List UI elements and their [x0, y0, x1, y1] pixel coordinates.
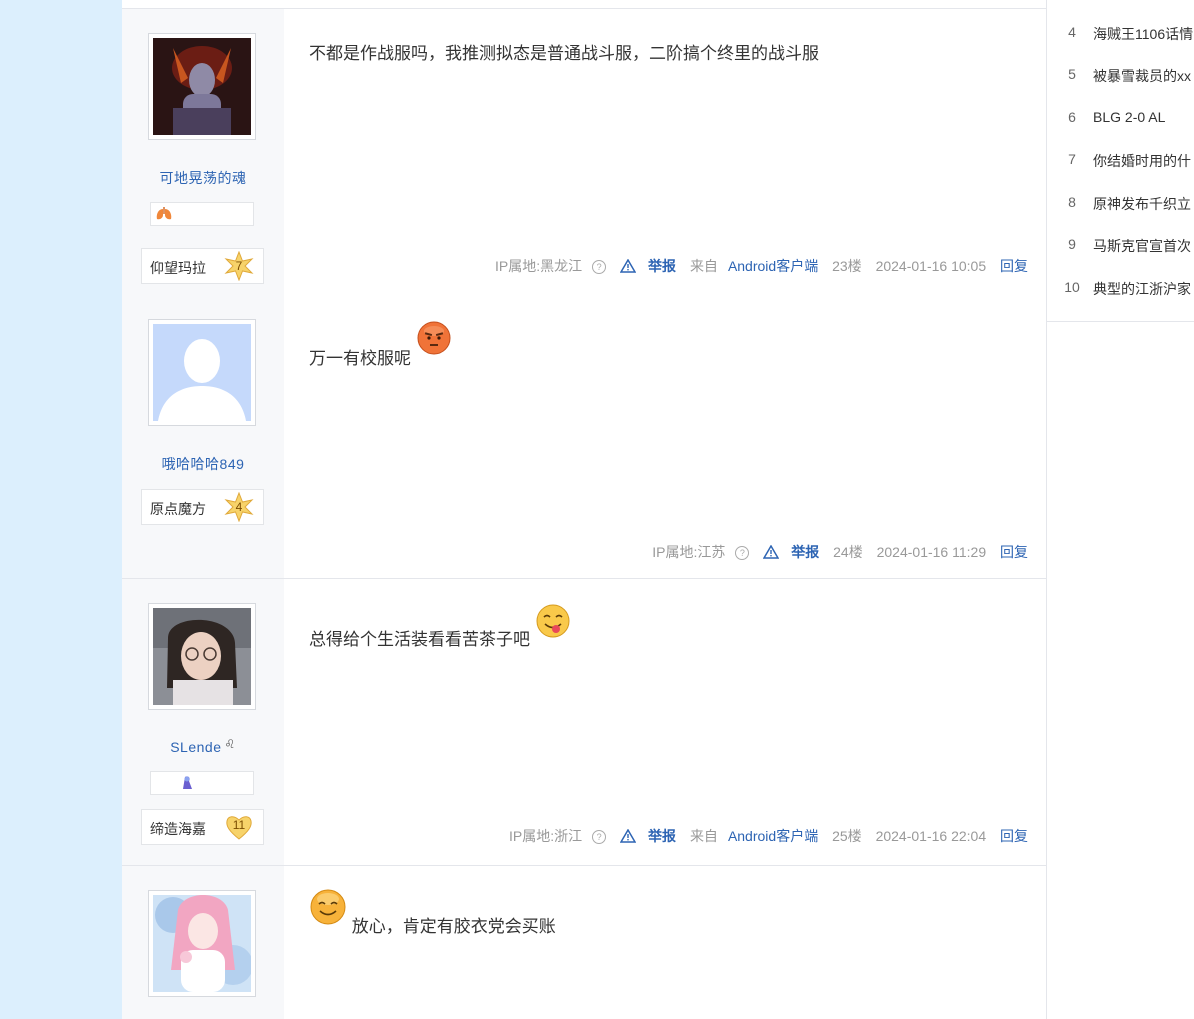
hot-topic-rank: 9	[1068, 236, 1076, 252]
post-meta: IP属地:浙江? 举报 来自 Android客户端 25楼 2024-01-16 …	[489, 826, 1028, 846]
avatar[interactable]	[148, 603, 256, 710]
hot-topic-rank: 7	[1068, 151, 1076, 167]
user-badge	[150, 771, 254, 795]
help-icon[interactable]: ?	[592, 260, 607, 274]
floor-number: 24楼	[833, 544, 863, 560]
level-heart-icon: 11	[224, 812, 254, 842]
avatar[interactable]	[148, 890, 256, 997]
level-star-icon: 7	[224, 250, 254, 282]
hot-topic-rank: 8	[1068, 194, 1076, 210]
reply-button[interactable]: 回复	[1000, 828, 1028, 844]
hot-topic-item[interactable]: 10 典型的江浙沪家	[1047, 279, 1194, 299]
post-time: 2024-01-16 11:29	[876, 544, 987, 560]
page-background-left	[0, 0, 122, 1019]
hot-topic-title[interactable]: 马斯克官宣首次	[1093, 236, 1191, 256]
report-button[interactable]: 举报	[763, 544, 819, 560]
hot-topic-rank: 4	[1068, 24, 1076, 40]
hot-topic-rank: 10	[1064, 279, 1080, 295]
post-content: 万一有校服呢	[309, 320, 452, 368]
user-level: 缔造海嘉 11	[141, 809, 264, 845]
username[interactable]: 哦哈哈哈849	[122, 454, 284, 474]
post-floor-25: SLende ♌ 缔造海嘉 11 总得给个生活装看看苦茶子吧 IP属地:浙江 ?…	[122, 579, 1046, 866]
android-client-link[interactable]: Android客户端	[728, 828, 818, 844]
help-icon[interactable]: ?	[735, 546, 750, 560]
post-floor-23: 可地晃荡的魂 仰望玛拉 7 不都是作战服吗，我推测拟态是普通战斗服，二阶搞个终里…	[122, 8, 1046, 297]
post-meta: IP属地:黑龙江? 举报 来自 Android客户端 23楼 2024-01-16…	[475, 256, 1028, 276]
level-star-icon: 4	[224, 491, 254, 523]
level-name: 缔造海嘉	[150, 821, 206, 837]
android-client-link[interactable]: Android客户端	[728, 258, 818, 274]
hot-topic-item[interactable]: 4 海贼王1106话情	[1047, 24, 1194, 44]
hot-topic-title[interactable]: 原神发布千织立	[1093, 194, 1191, 214]
post-list: 可地晃荡的魂 仰望玛拉 7 不都是作战服吗，我推测拟态是普通战斗服，二阶搞个终里…	[122, 0, 1047, 1019]
hot-topic-rank: 6	[1068, 109, 1076, 125]
hot-topic-title[interactable]: 典型的江浙沪家	[1093, 279, 1191, 299]
warning-icon	[763, 545, 780, 559]
client-source: 来自 Android客户端	[689, 828, 819, 844]
ip-location: IP属地:黑龙江?	[485, 258, 607, 274]
username[interactable]: SLende ♌	[122, 737, 284, 755]
hot-topic-item[interactable]: 8 原神发布千织立	[1047, 194, 1194, 214]
post-floor-24: 哦哈哈哈849 原点魔方 4 万一有校服呢 IP属地:江苏 ? 举报 24楼 2…	[122, 296, 1046, 579]
floor-number: 25楼	[832, 828, 862, 844]
zodiac-icon: ♌	[224, 737, 236, 751]
post-content: 放心，肯定有胶衣党会买账	[309, 888, 556, 936]
client-source: 来自 Android客户端	[689, 258, 819, 274]
reply-button[interactable]: 回复	[1000, 544, 1028, 560]
user-badge	[150, 202, 254, 226]
post-content: 不都是作战服吗，我推测拟态是普通战斗服，二阶搞个终里的战斗服	[309, 44, 819, 63]
post-floor-26: 放心，肯定有胶衣党会买账	[122, 866, 1046, 1019]
warning-icon	[620, 259, 637, 273]
report-button[interactable]: 举报	[620, 258, 676, 274]
lungs-badge-icon	[156, 207, 172, 220]
user-level: 仰望玛拉 7	[141, 248, 264, 284]
post-content: 总得给个生活装看看苦茶子吧	[309, 603, 571, 649]
user-level: 原点魔方 4	[141, 489, 264, 525]
level-name: 仰望玛拉	[150, 260, 206, 276]
help-icon[interactable]: ?	[592, 830, 607, 844]
level-name: 原点魔方	[150, 501, 206, 517]
post-time: 2024-01-16 22:04	[875, 828, 987, 844]
figure-badge-icon	[183, 776, 192, 789]
post-time: 2024-01-16 10:05	[875, 258, 987, 274]
hot-topic-item[interactable]: 9 马斯克官宣首次	[1047, 236, 1194, 256]
sidebar-divider	[1047, 321, 1194, 322]
author-column: 可地晃荡的魂 仰望玛拉 7	[122, 9, 284, 296]
floor-number: 23楼	[832, 258, 862, 274]
ip-location: IP属地:浙江?	[499, 828, 607, 844]
author-column: 哦哈哈哈849 原点魔方 4	[122, 296, 284, 578]
hot-topic-title[interactable]: 你结婚时用的什	[1093, 151, 1191, 171]
level-number: 4	[235, 500, 243, 514]
hot-topic-item[interactable]: 7 你结婚时用的什	[1047, 151, 1194, 171]
hot-topic-title[interactable]: BLG 2-0 AL	[1093, 109, 1165, 125]
username[interactable]: 可地晃荡的魂	[122, 168, 284, 188]
ip-location: IP属地:江苏?	[642, 544, 750, 560]
angry-face-emoji	[417, 321, 451, 355]
avatar[interactable]	[148, 33, 256, 140]
level-number: 11	[232, 818, 246, 832]
hot-topic-title[interactable]: 海贼王1106话情	[1093, 24, 1193, 44]
post-meta: IP属地:江苏? 举报 24楼 2024-01-16 11:29 回复	[632, 542, 1028, 562]
hot-topic-rank: 5	[1068, 66, 1076, 82]
avatar[interactable]	[148, 319, 256, 426]
author-column: SLende ♌ 缔造海嘉 11	[122, 579, 284, 865]
hot-topic-item[interactable]: 5 被暴雪裁员的xx	[1047, 66, 1194, 86]
smiling-face-emoji	[310, 889, 346, 925]
hot-topic-title[interactable]: 被暴雪裁员的xx	[1093, 66, 1191, 86]
author-column	[122, 866, 284, 1019]
tongue-out-emoji	[536, 604, 570, 638]
hot-topics-sidebar: 4 海贼王1106话情 5 被暴雪裁员的xx 6 BLG 2-0 AL 7 你结…	[1047, 0, 1194, 1019]
level-number: 7	[235, 259, 243, 273]
report-button[interactable]: 举报	[620, 828, 676, 844]
reply-button[interactable]: 回复	[1000, 258, 1028, 274]
warning-icon	[620, 829, 637, 843]
hot-topic-item[interactable]: 6 BLG 2-0 AL	[1047, 109, 1194, 129]
